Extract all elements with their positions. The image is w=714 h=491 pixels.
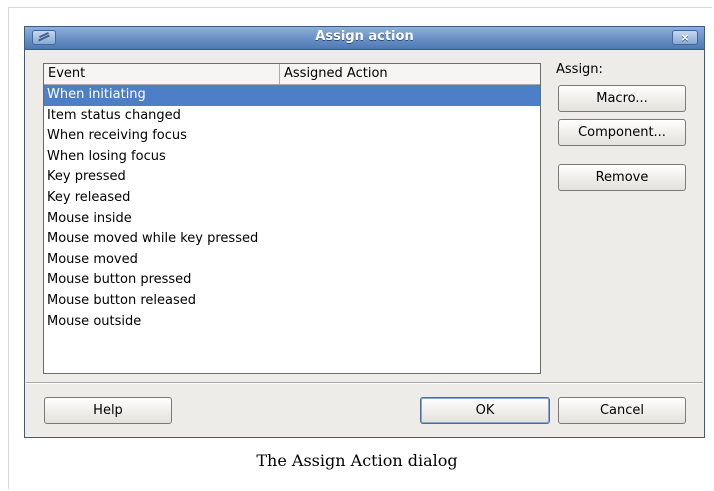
event-row-key-pressed[interactable]: Key pressed bbox=[44, 167, 540, 188]
event-row-when-receiving-focus[interactable]: When receiving focus bbox=[44, 126, 540, 147]
column-header-event[interactable]: Event bbox=[44, 64, 280, 84]
figure-caption: The Assign Action dialog bbox=[256, 451, 458, 470]
assign-action-dialog: Assign action × Event Assigned Action Wh… bbox=[24, 26, 705, 438]
column-header-assigned-action[interactable]: Assigned Action bbox=[280, 64, 540, 84]
event-row-mouse-moved-while-key-pressed[interactable]: Mouse moved while key pressed bbox=[44, 229, 540, 250]
event-row-mouse-inside[interactable]: Mouse inside bbox=[44, 209, 540, 230]
assign-label: Assign: bbox=[556, 62, 603, 77]
ok-button[interactable]: OK bbox=[420, 397, 550, 424]
title-bar[interactable]: Assign action × bbox=[25, 27, 704, 50]
macro-button[interactable]: Macro... bbox=[558, 85, 686, 112]
cancel-button[interactable]: Cancel bbox=[558, 397, 686, 424]
event-list[interactable]: Event Assigned Action When initiating It… bbox=[43, 63, 541, 374]
event-rows: When initiating Item status changed When… bbox=[44, 85, 540, 332]
remove-button[interactable]: Remove bbox=[558, 164, 686, 191]
footer-separator bbox=[26, 382, 703, 384]
event-row-when-losing-focus[interactable]: When losing focus bbox=[44, 147, 540, 168]
component-button[interactable]: Component... bbox=[558, 119, 686, 146]
close-button[interactable]: × bbox=[672, 30, 698, 45]
event-row-mouse-button-pressed[interactable]: Mouse button pressed bbox=[44, 270, 540, 291]
help-button[interactable]: Help bbox=[44, 397, 172, 424]
event-row-key-released[interactable]: Key released bbox=[44, 188, 540, 209]
event-row-mouse-outside[interactable]: Mouse outside bbox=[44, 312, 540, 333]
dialog-title: Assign action bbox=[315, 29, 414, 44]
event-row-when-initiating[interactable]: When initiating bbox=[44, 85, 540, 106]
event-row-mouse-moved[interactable]: Mouse moved bbox=[44, 250, 540, 271]
event-row-item-status-changed[interactable]: Item status changed bbox=[44, 106, 540, 127]
event-row-mouse-button-released[interactable]: Mouse button released bbox=[44, 291, 540, 312]
list-header: Event Assigned Action bbox=[44, 64, 540, 85]
